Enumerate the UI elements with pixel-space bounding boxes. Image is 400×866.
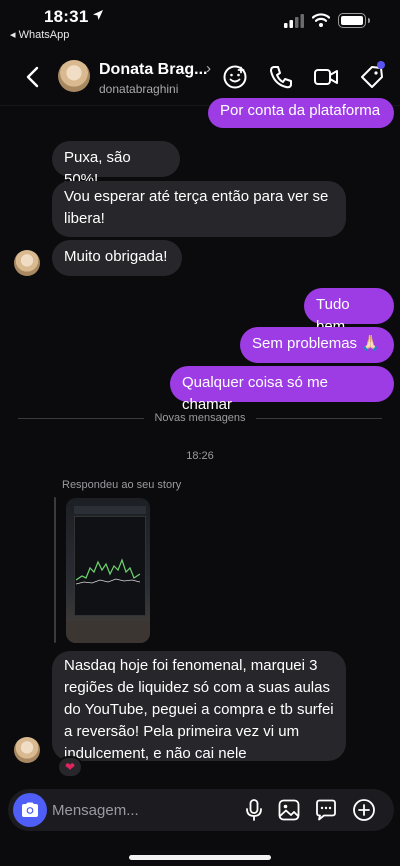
- message-bubble-incoming[interactable]: Puxa, são 50%!: [52, 141, 180, 188]
- story-reply-label: Respondeu ao seu story: [62, 479, 182, 491]
- add-icon[interactable]: [352, 798, 376, 822]
- contact-avatar-small[interactable]: [14, 250, 40, 276]
- message-bubble-outgoing[interactable]: Tudo bem: [304, 288, 394, 335]
- wifi-icon: [312, 13, 330, 27]
- reply-indicator-bar: [54, 497, 56, 643]
- location-arrow-icon: [93, 10, 103, 20]
- back-arrow-icon[interactable]: [24, 66, 42, 88]
- story-thumbnail[interactable]: [66, 498, 150, 643]
- message-composer: [8, 789, 394, 831]
- video-icon[interactable]: [313, 64, 339, 90]
- message-input[interactable]: [52, 799, 232, 821]
- camera-button[interactable]: [13, 793, 47, 827]
- message-bubble-incoming[interactable]: Vou esperar até terça então para ver se …: [52, 181, 346, 237]
- message-bubble-outgoing[interactable]: Qualquer coisa só me chamar: [170, 366, 394, 413]
- divider-line: [256, 418, 382, 419]
- message-bubble-outgoing[interactable]: Sem problemas 🙏🏻: [240, 327, 394, 363]
- message-bubble-incoming[interactable]: Nasdaq hoje foi fenomenal, marquei 3 reg…: [52, 651, 346, 762]
- sticker-icon[interactable]: [222, 64, 248, 90]
- home-indicator[interactable]: [129, 855, 271, 860]
- microphone-icon[interactable]: [242, 798, 266, 822]
- heart-reaction-icon[interactable]: ❤: [57, 756, 83, 778]
- camera-icon: [22, 802, 38, 817]
- phone-icon[interactable]: [268, 64, 294, 90]
- contact-username[interactable]: donatabraghini: [99, 82, 178, 96]
- chart-thumbnail-icon: [76, 558, 140, 585]
- contact-avatar-small[interactable]: [14, 737, 40, 763]
- gallery-icon[interactable]: [277, 798, 301, 822]
- notification-dot: [377, 61, 385, 69]
- back-to-app-link[interactable]: ◂ WhatsApp: [10, 28, 69, 41]
- message-bubble-outgoing[interactable]: Por conta da plataforma: [208, 98, 394, 128]
- message-bubble-incoming[interactable]: Muito obrigada!: [52, 240, 182, 276]
- timestamp: 18:26: [186, 450, 214, 462]
- status-time: 18:31: [44, 7, 89, 26]
- battery-icon: [338, 13, 370, 28]
- signal-icon: [284, 14, 304, 28]
- status-bar: 18:31 ◂ WhatsApp: [0, 0, 400, 44]
- contact-avatar[interactable]: [58, 60, 90, 92]
- contact-name[interactable]: Donata Brag...: [99, 61, 207, 79]
- chat-bubble-icon[interactable]: [314, 798, 338, 822]
- chevron-right-icon[interactable]: ›: [206, 60, 211, 77]
